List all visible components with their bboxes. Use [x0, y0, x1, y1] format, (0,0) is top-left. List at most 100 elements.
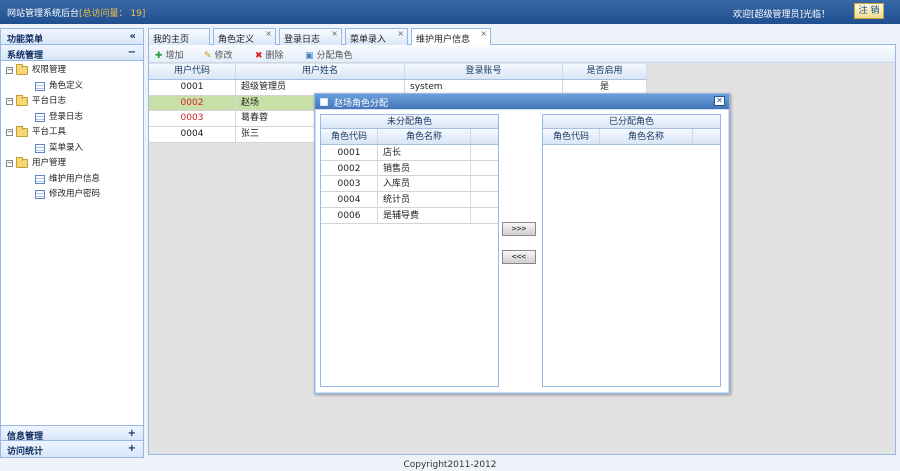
- dialog-body: 未分配角色 角色代码 角色名称 0001 店长 0002 销售员 0003 入库员 0…: [316, 110, 728, 392]
- role-code: 0004: [321, 192, 378, 207]
- role-code: 0001: [321, 144, 378, 160]
- tree-item-login-log[interactable]: 登录日志: [1, 110, 143, 126]
- tree-folder-label: 权限管理: [32, 65, 67, 75]
- sidebar-title-text: 功能菜单: [7, 35, 44, 45]
- tree-toggle-icon[interactable]: −: [6, 129, 13, 136]
- close-tab-icon[interactable]: ×: [265, 29, 272, 38]
- tab-menu-entry[interactable]: 菜单录入 ×: [345, 28, 408, 45]
- sidebar: 功能菜单 « 系统管理 − − 权限管理 角色定义 − 平台日志 登录日志 − 平台工具 …: [0, 28, 144, 458]
- close-icon[interactable]: ✕: [714, 96, 725, 106]
- logout-button[interactable]: 注 销: [854, 3, 884, 19]
- tree-item-label: 角色定义: [49, 80, 84, 91]
- column-header[interactable]: 用户代码: [149, 64, 236, 79]
- tree-item-role-definition[interactable]: 角色定义: [1, 79, 143, 95]
- toolbar: ✚ 增加 ✎ 修改 ✖ 删除 ▣ 分配角色: [149, 45, 895, 63]
- tree-item-label: 维护用户信息: [49, 173, 101, 184]
- role-row[interactable]: 0006 是辅导费: [321, 207, 498, 224]
- tab-home[interactable]: 我的主页: [148, 28, 210, 45]
- tab-role-definition[interactable]: 角色定义 ×: [213, 28, 276, 45]
- tree-folder-user-management[interactable]: − 用户管理: [1, 156, 143, 172]
- assigned-roles-panel: 已分配角色 角色代码 角色名称: [542, 114, 721, 387]
- page-icon: [35, 112, 45, 122]
- role-row[interactable]: 0002 销售员: [321, 160, 498, 177]
- add-icon: ✚: [155, 51, 163, 61]
- delete-icon: ✖: [255, 51, 263, 61]
- tree-toggle-icon[interactable]: −: [6, 160, 13, 167]
- move-left-button[interactable]: <<<: [502, 250, 536, 264]
- tree-folder-platform-log[interactable]: − 平台日志: [1, 94, 143, 110]
- column-header[interactable]: 用户姓名: [236, 64, 405, 79]
- role-name: 店长: [378, 144, 471, 160]
- menu-tree: − 权限管理 角色定义 − 平台日志 登录日志 − 平台工具 菜单录入 − 用户管理 维…: [1, 61, 143, 409]
- role-row[interactable]: 0003 入库员: [321, 176, 498, 193]
- folder-icon: [16, 157, 28, 168]
- edit-button[interactable]: ✎ 修改: [204, 48, 233, 61]
- table-header: 用户代码 用户姓名 登录账号 是否启用: [149, 64, 647, 80]
- close-tab-icon[interactable]: ×: [480, 29, 487, 38]
- unassigned-roles-panel: 未分配角色 角色代码 角色名称 0001 店长 0002 销售员 0003 入库员 0…: [320, 114, 499, 387]
- tree-item-change-password[interactable]: 修改用户密码: [1, 187, 143, 203]
- app-title-text: 网站管理系统后台: [7, 9, 80, 19]
- tab-maintain-user-info[interactable]: 维护用户信息 ×: [411, 28, 491, 46]
- section-system-management[interactable]: 系统管理 −: [1, 45, 143, 61]
- move-right-button[interactable]: >>>: [502, 222, 536, 236]
- tree-folder-label: 平台工具: [32, 127, 67, 137]
- folder-icon: [16, 64, 28, 75]
- top-header: 网站管理系统后台[总访问量： 19] 欢迎[超级管理员]光临！ 注 销: [0, 0, 900, 24]
- column-header[interactable]: 角色名称: [600, 129, 693, 144]
- column-header[interactable]: 登录账号: [405, 64, 563, 79]
- role-row[interactable]: 0004 统计员: [321, 192, 498, 208]
- panel-title: 已分配角色: [543, 115, 720, 129]
- tab-label: 菜单录入: [350, 35, 387, 45]
- panel-title: 未分配角色: [321, 115, 498, 129]
- tree-toggle-icon[interactable]: −: [6, 98, 13, 105]
- dialog-title-bar[interactable]: 赵场角色分配 ✕: [315, 94, 729, 109]
- delete-label: 删除: [265, 51, 284, 61]
- close-tab-icon[interactable]: ×: [397, 29, 404, 38]
- panel-table-header: 角色代码 角色名称: [321, 129, 498, 145]
- tree-folder-label: 平台日志: [32, 96, 67, 106]
- column-header[interactable]: 角色代码: [543, 129, 600, 144]
- column-header[interactable]: 是否启用: [563, 64, 647, 79]
- cell-code: 0003: [149, 111, 236, 127]
- welcome-text: 欢迎[超级管理员]光临！: [732, 10, 830, 20]
- tab-bar: 我的主页 角色定义 × 登录日志 × 菜单录入 × 维护用户信息 ×: [148, 28, 896, 46]
- folder-icon: [16, 95, 28, 106]
- pencil-icon: ✎: [204, 51, 212, 61]
- bottom-sections: 信息管理 + 访问统计 +: [1, 425, 143, 457]
- section-title: 系统管理: [7, 51, 44, 61]
- cell-code: 0004: [149, 127, 236, 142]
- delete-button[interactable]: ✖ 删除: [255, 48, 284, 61]
- expand-icon[interactable]: +: [128, 428, 136, 439]
- close-tab-icon[interactable]: ×: [331, 29, 338, 38]
- tree-folder-permissions[interactable]: − 权限管理: [1, 63, 143, 79]
- cell-code: 0002: [149, 95, 236, 111]
- role-name: 销售员: [378, 160, 471, 176]
- page-icon: [35, 143, 45, 153]
- role-row[interactable]: 0001 店长: [321, 144, 498, 161]
- column-header[interactable]: 角色名称: [378, 129, 471, 144]
- assign-role-label: 分配角色: [316, 51, 353, 61]
- section-visit-stats[interactable]: 访问统计 +: [1, 441, 143, 457]
- tree-item-maintain-user-info[interactable]: 维护用户信息: [1, 172, 143, 188]
- role-code: 0002: [321, 160, 378, 176]
- column-header[interactable]: 角色代码: [321, 129, 378, 144]
- tree-folder-platform-tools[interactable]: − 平台工具: [1, 125, 143, 141]
- tab-login-log[interactable]: 登录日志 ×: [279, 28, 342, 45]
- tree-toggle-icon[interactable]: −: [6, 67, 13, 74]
- add-button[interactable]: ✚ 增加: [155, 48, 184, 61]
- edit-label: 修改: [214, 51, 233, 61]
- tree-item-menu-entry[interactable]: 菜单录入: [1, 141, 143, 157]
- tab-label: 角色定义: [218, 35, 255, 45]
- section-toggle-icon[interactable]: −: [128, 47, 136, 58]
- tab-label: 我的主页: [153, 35, 190, 45]
- tab-label: 维护用户信息: [416, 35, 471, 45]
- role-code: 0006: [321, 207, 378, 223]
- assign-role-button[interactable]: ▣ 分配角色: [305, 48, 353, 61]
- page-icon: [35, 174, 45, 184]
- section-title: 访问统计: [7, 447, 44, 457]
- section-info-management[interactable]: 信息管理 +: [1, 425, 143, 442]
- collapse-sidebar-icon[interactable]: «: [130, 31, 136, 42]
- tree-item-label: 修改用户密码: [49, 189, 101, 199]
- expand-icon[interactable]: +: [128, 443, 136, 454]
